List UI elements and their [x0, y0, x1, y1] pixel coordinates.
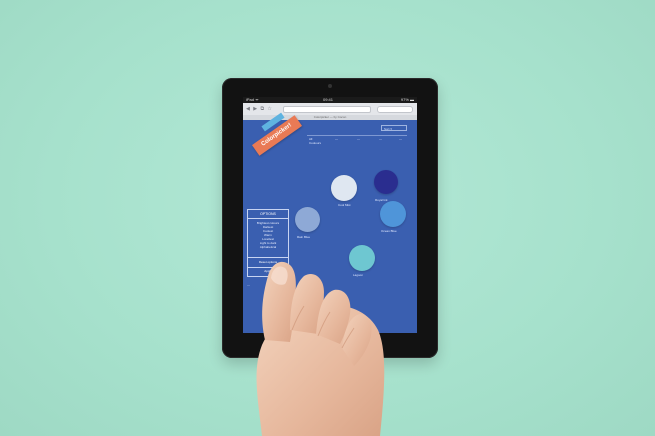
- options-list: Brightest colours Darkest Coolest Warm L…: [248, 221, 288, 249]
- scene-background: iPad ᯤ 09:41 97% ▬ ◀ ▶ ⧉ ☆ Colorpicker —…: [0, 0, 655, 436]
- swatch-cool-mist[interactable]: [331, 175, 357, 201]
- column-header-5[interactable]: —: [379, 137, 382, 141]
- swatch-label: Cool Mist: [338, 203, 351, 207]
- options-title: OPTIONS: [248, 210, 288, 219]
- swatch-label: Lagoon: [353, 273, 364, 277]
- column-header-6[interactable]: —: [399, 137, 402, 141]
- swatch-lagoon[interactable]: [349, 245, 375, 271]
- header-divider: [307, 135, 407, 136]
- option-item[interactable]: Alphabetical: [248, 245, 288, 249]
- sort-dropdown[interactable]: Sort ▾: [381, 125, 407, 131]
- ipad-device: iPad ᯤ 09:41 97% ▬ ◀ ▶ ⧉ ☆ Colorpicker —…: [222, 78, 438, 358]
- address-bar[interactable]: [283, 106, 371, 113]
- browser-search-field[interactable]: [377, 106, 413, 113]
- ipad-screen: iPad ᯤ 09:41 97% ▬ ◀ ▶ ⧉ ☆ Colorpicker —…: [243, 97, 417, 333]
- swatch-label: Rain Blue: [297, 235, 311, 239]
- camera-icon: [328, 84, 332, 88]
- swatch-royal-ink[interactable]: [374, 170, 398, 194]
- column-header-3[interactable]: —: [335, 137, 338, 141]
- apply-button[interactable]: Apply: [248, 268, 288, 275]
- swatch-ocean-blue[interactable]: [380, 201, 406, 227]
- swatch-label: Royal Ink: [375, 198, 388, 202]
- reset-options-button[interactable]: Reset options: [248, 259, 288, 266]
- side-note: —: [247, 283, 250, 287]
- options-divider: [248, 257, 288, 258]
- page-title: Colorpicker — by Cocon: [243, 115, 417, 120]
- column-header-4[interactable]: —: [357, 137, 360, 141]
- browser-nav-icons[interactable]: ◀ ▶ ⧉ ☆: [246, 106, 273, 112]
- column-header-coolours[interactable]: Coolours: [309, 141, 321, 145]
- swatch-rain-blue[interactable]: [295, 207, 320, 232]
- options-panel: OPTIONS Brightest colours Darkest Cooles…: [247, 209, 289, 277]
- swatch-label: Ocean Blue: [381, 229, 397, 233]
